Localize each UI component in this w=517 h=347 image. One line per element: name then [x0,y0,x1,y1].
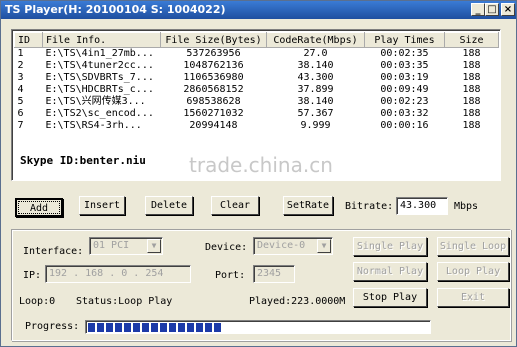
chevron-down-icon[interactable]: ▼ [317,239,331,253]
exit-button[interactable]: Exit [437,288,509,307]
table-header-row: ID File Info. File Size(Bytes) CodeRate(… [14,32,499,48]
column-header-id[interactable]: ID [14,32,43,48]
cell-play-times: 00:09:49 [380,84,429,95]
cell-file-size: 1106536980 [183,72,244,83]
clear-button[interactable]: Clear [211,196,259,215]
cell-file-info: E:\TS\RS4-3rh... [45,120,142,131]
progress-bar [85,320,431,334]
cell-file-info: E:\TS\4tuner2cc... [45,60,154,71]
cell-size: 188 [462,84,481,95]
file-table: ID File Info. File Size(Bytes) CodeRate(… [14,32,499,132]
cell-file-size: 1560271032 [183,108,244,119]
interface-select[interactable]: 01 PCI ▼ [89,237,163,255]
setrate-button[interactable]: SetRate [283,196,333,215]
cell-play-times: 00:03:19 [380,72,429,83]
table-row[interactable]: 2 E:\TS\4tuner2cc... 1048762136 38.140 0… [15,60,499,72]
cell-file-size: 20994148 [189,120,238,131]
cell-coderate: 9.999 [300,120,331,131]
cell-size: 188 [462,72,481,83]
cell-id: 1 [17,48,24,59]
cell-play-times: 00:00:16 [380,120,429,131]
cell-file-info: E:\TS\HDCBRTs_c... [45,84,154,95]
cell-play-times: 00:02:35 [380,48,429,59]
cell-coderate: 37.899 [297,84,334,95]
status-text: Status:Loop Play [76,296,173,307]
column-header-play-times[interactable]: Play Times [364,32,445,48]
device-select[interactable]: Device-0 ▼ [253,237,333,255]
title-bar: TS Player(H: 20100104 S: 1004022) _ □ × [1,1,516,19]
cell-play-times: 00:03:32 [380,108,429,119]
loop-play-button[interactable]: Loop Play [437,262,509,281]
add-button[interactable]: Add [15,198,63,217]
column-header-coderate[interactable]: CodeRate(Mbps) [266,32,365,48]
device-value: Device-0 [257,240,306,251]
cell-id: 6 [17,108,24,119]
cell-size: 188 [462,48,481,59]
played-amount-text: Played:223.0000M [249,296,346,307]
interface-value: 01 PCI [93,240,130,251]
cell-file-size: 537263956 [186,48,241,59]
watermark-logo: trade.china.cn [189,153,333,177]
port-label: Port: [215,270,246,281]
cell-coderate: 38.140 [297,96,334,107]
cell-size: 188 [462,60,481,71]
cell-size: 188 [462,96,481,107]
normal-play-button[interactable]: Normal Play [353,262,427,281]
close-button[interactable]: × [501,3,515,16]
cell-size: 188 [462,120,481,131]
cell-file-info: E:\TS\兴网传媒3... [45,96,146,107]
interface-label: Interface: [23,246,84,257]
column-header-file-info[interactable]: File Info. [42,32,161,48]
cell-file-size: 1048762136 [183,60,244,71]
cell-coderate: 27.0 [303,48,328,59]
table-row[interactable]: 5 E:\TS\兴网传媒3... 698538628 38.140 00:02:… [15,96,499,108]
cell-play-times: 00:03:35 [380,60,429,71]
window-title: TS Player(H: 20100104 S: 1004022) [5,3,226,16]
ip-label: IP: [23,270,42,281]
table-row[interactable]: 6 E:\TS2\sc_encod... 1560271032 57.367 0… [15,108,499,120]
cell-coderate: 38.140 [297,60,334,71]
column-header-size[interactable]: Size [444,32,499,48]
cell-file-size: 2860568152 [183,84,244,95]
cell-coderate: 43.300 [297,72,334,83]
single-play-button[interactable]: Single Play [353,237,427,256]
table-row[interactable]: 1 E:\TS\4in1_27mb... 537263956 27.0 00:0… [15,48,499,61]
cell-file-info: E:\TS\4in1_27mb... [45,48,154,59]
maximize-button[interactable]: □ [485,3,499,16]
cell-file-info: E:\TS\SDVBRTs_7... [45,72,154,83]
column-header-file-size[interactable]: File Size(Bytes) [160,32,267,48]
insert-button[interactable]: Insert [79,196,125,215]
cell-file-info: E:\TS2\sc_encod... [45,108,154,119]
table-row[interactable]: 7 E:\TS\RS4-3rh... 20994148 9.999 00:00:… [15,120,499,132]
cell-id: 7 [17,120,24,131]
cell-id: 5 [17,96,24,107]
table-row[interactable]: 3 E:\TS\SDVBRTs_7... 1106536980 43.300 0… [15,72,499,84]
cell-file-size: 698538628 [186,96,241,107]
chevron-down-icon[interactable]: ▼ [147,239,161,253]
cell-coderate: 57.367 [297,108,334,119]
cell-id: 3 [17,72,24,83]
device-label: Device: [205,242,248,253]
progress-label: Progress: [25,321,80,332]
single-loop-button[interactable]: Single Loop [437,237,509,256]
bitrate-unit: Mbps [454,201,479,212]
loop-count-text: Loop:0 [19,296,56,307]
cell-size: 188 [462,108,481,119]
cell-play-times: 00:02:23 [380,96,429,107]
watermark-overlay-text: Skype ID:benter.niu [18,154,148,167]
progress-fill [88,323,221,332]
cell-id: 2 [17,60,24,71]
delete-button[interactable]: Delete [145,196,193,215]
minimize-button[interactable]: _ [471,3,485,16]
port-input[interactable]: 2345 [253,265,295,283]
stop-play-button[interactable]: Stop Play [353,288,427,307]
table-row[interactable]: 4 E:\TS\HDCBRTs_c... 2860568152 37.899 0… [15,84,499,96]
cell-id: 4 [17,84,24,95]
ip-address-input[interactable]: 192 . 168 . 0 . 254 [45,265,191,283]
bitrate-input[interactable]: 43.300 [396,197,448,215]
bitrate-label: Bitrate: [345,201,394,212]
ts-player-window: TS Player(H: 20100104 S: 1004022) _ □ × … [0,0,517,347]
